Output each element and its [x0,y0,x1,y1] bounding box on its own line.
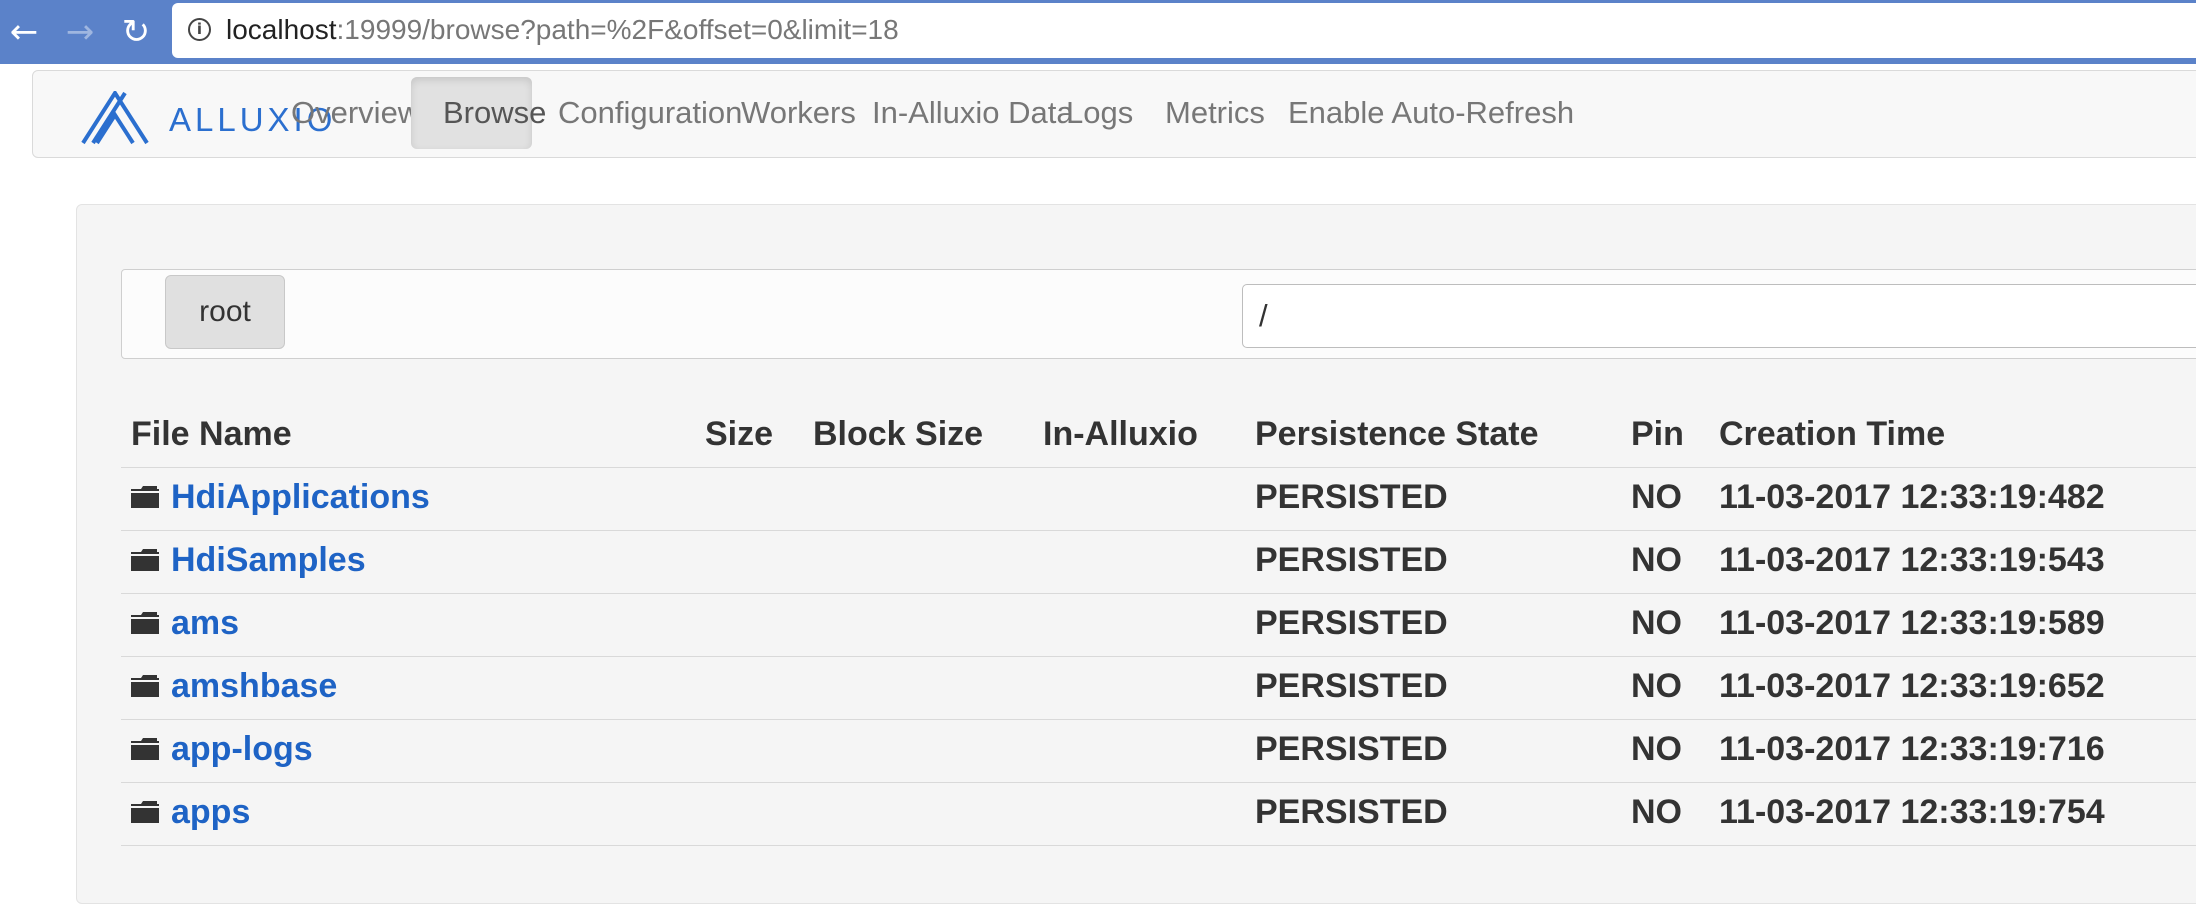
file-name-link[interactable]: apps [171,793,250,832]
table-header: File Name Size Block Size In-Alluxio Per… [121,405,2196,467]
path-bar: root / [121,269,2196,359]
folder-icon [131,486,159,508]
forward-arrow-icon[interactable]: → [56,8,104,56]
creation-time: 11-03-2017 12:33:19:482 [1719,478,2105,516]
table-row: HdiSamples PERSISTED NO 11-03-2017 12:33… [121,530,2196,593]
header-persistence-state[interactable]: Persistence State [1255,415,1539,454]
table-row: HdiApplications PERSISTED NO 11-03-2017 … [121,467,2196,530]
file-name-link[interactable]: HdiSamples [171,541,366,580]
file-name-link[interactable]: app-logs [171,730,313,769]
pin-state: NO [1631,604,1682,642]
folder-icon [131,801,159,823]
file-name-link[interactable]: ams [171,604,239,643]
url-path: :19999/browse?path=%2F&offset=0&limit=18 [336,14,899,45]
table-row: apps PERSISTED NO 11-03-2017 12:33:19:75… [121,782,2196,845]
file-name-link[interactable]: HdiApplications [171,478,430,517]
browser-toolbar: ← → ↻ i localhost:19999/browse?path=%2F&… [0,0,2196,64]
table-row: app-logs PERSISTED NO 11-03-2017 12:33:1… [121,719,2196,782]
creation-time: 11-03-2017 12:33:19:589 [1719,604,2105,642]
main-navbar: ALLUXIO Overview Browse Configuration Wo… [32,70,2196,158]
table-row: ams PERSISTED NO 11-03-2017 12:33:19:589 [121,593,2196,656]
header-pin[interactable]: Pin [1631,415,1684,454]
pin-state: NO [1631,667,1682,705]
pin-state: NO [1631,478,1682,516]
header-size[interactable]: Size [705,415,773,454]
creation-time: 11-03-2017 12:33:19:543 [1719,541,2105,579]
file-name-link[interactable]: amshbase [171,667,337,706]
creation-time: 11-03-2017 12:33:19:754 [1719,793,2105,831]
reload-icon[interactable]: ↻ [112,8,160,56]
address-bar[interactable]: i localhost:19999/browse?path=%2F&offset… [172,3,2196,58]
folder-icon [131,738,159,760]
back-arrow-icon[interactable]: ← [0,8,48,56]
header-file-name[interactable]: File Name [131,415,292,454]
persistence-state: PERSISTED [1255,604,1448,642]
header-in-alluxio[interactable]: In-Alluxio [1043,415,1198,454]
table-bottom-border [121,845,2196,848]
pin-state: NO [1631,793,1682,831]
persistence-state: PERSISTED [1255,541,1448,579]
path-input[interactable]: / [1242,284,2196,348]
persistence-state: PERSISTED [1255,478,1448,516]
info-icon[interactable]: i [188,18,211,41]
persistence-state: PERSISTED [1255,667,1448,705]
file-table: File Name Size Block Size In-Alluxio Per… [121,405,2196,848]
pin-state: NO [1631,730,1682,768]
persistence-state: PERSISTED [1255,730,1448,768]
persistence-state: PERSISTED [1255,793,1448,831]
folder-icon [131,612,159,634]
url-host: localhost [226,14,337,45]
browse-panel: root / File Name Size Block Size In-Allu… [76,204,2196,904]
folder-icon [131,675,159,697]
root-button[interactable]: root [165,275,285,349]
folder-icon [131,549,159,571]
alluxio-logo-icon [81,91,149,145]
creation-time: 11-03-2017 12:33:19:716 [1719,730,2105,768]
creation-time: 11-03-2017 12:33:19:652 [1719,667,2105,705]
nav-browse[interactable]: Browse [411,77,546,149]
pin-state: NO [1631,541,1682,579]
header-creation-time[interactable]: Creation Time [1719,415,1945,454]
header-block-size[interactable]: Block Size [813,415,983,454]
table-row: amshbase PERSISTED NO 11-03-2017 12:33:1… [121,656,2196,719]
nav-enable-auto-refresh[interactable]: Enable Auto-Refresh [1256,77,1606,149]
url-text[interactable]: localhost:19999/browse?path=%2F&offset=0… [226,14,899,46]
